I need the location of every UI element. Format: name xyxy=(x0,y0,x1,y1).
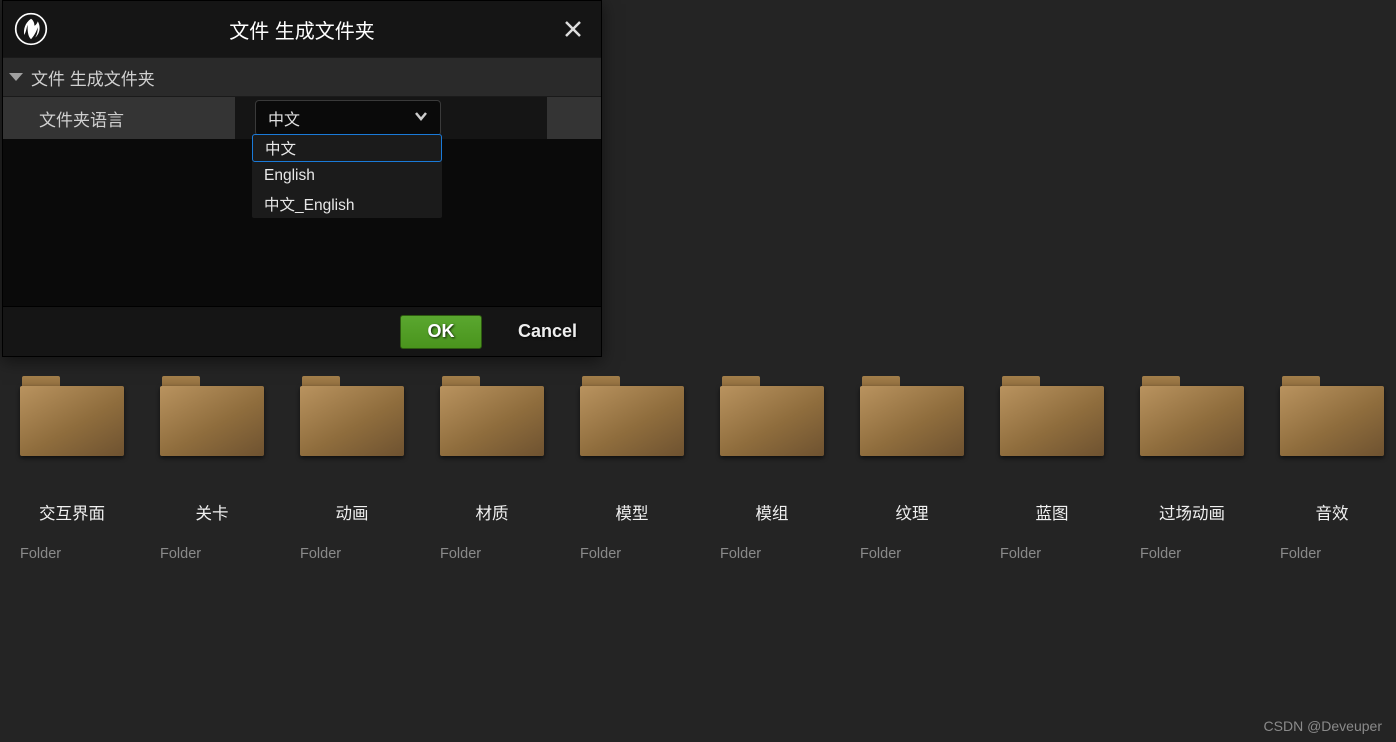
folder-item[interactable]: 纹理 Folder xyxy=(860,376,964,562)
folder-item[interactable]: 模型 Folder xyxy=(580,376,684,562)
folder-name: 模组 xyxy=(756,500,789,524)
folder-icon xyxy=(860,376,964,458)
folder-type: Folder xyxy=(720,546,761,562)
field-row: 文件夹语言 中文 xyxy=(3,97,601,139)
caret-down-icon xyxy=(9,73,23,81)
folder-name: 纹理 xyxy=(896,500,929,524)
cancel-button[interactable]: Cancel xyxy=(518,321,577,342)
field-label: 文件夹语言 xyxy=(3,97,235,139)
folder-item[interactable]: 过场动画 Folder xyxy=(1140,376,1244,562)
folder-item[interactable]: 音效 Folder xyxy=(1280,376,1384,562)
dialog-title: 文件 生成文件夹 xyxy=(3,15,601,44)
unreal-logo-icon xyxy=(11,9,51,49)
folder-type: Folder xyxy=(1140,546,1181,562)
content-folder-grid: 交互界面 Folder 关卡 Folder 动画 Folder 材质 Folder 模型 Fold… xyxy=(20,376,1396,562)
language-dropdown-list: 中文 English 中文_English xyxy=(252,134,442,218)
folder-name: 材质 xyxy=(476,500,509,524)
section-header[interactable]: 文件 生成文件夹 xyxy=(3,57,601,97)
folder-item[interactable]: 关卡 Folder xyxy=(160,376,264,562)
watermark: CSDN @Deveuper xyxy=(1264,718,1382,734)
folder-icon xyxy=(300,376,404,458)
folder-item[interactable]: 动画 Folder xyxy=(300,376,404,562)
dropdown-option-1[interactable]: English xyxy=(252,162,442,190)
ok-button[interactable]: OK xyxy=(400,315,482,349)
button-row: OK Cancel xyxy=(3,306,601,356)
folder-icon xyxy=(440,376,544,458)
folder-icon xyxy=(720,376,824,458)
folder-icon xyxy=(1280,376,1384,458)
folder-icon xyxy=(20,376,124,458)
folder-item[interactable]: 交互界面 Folder xyxy=(20,376,124,562)
titlebar[interactable]: 文件 生成文件夹 xyxy=(3,1,601,57)
folder-type: Folder xyxy=(20,546,61,562)
folder-name: 蓝图 xyxy=(1036,500,1069,524)
folder-icon xyxy=(580,376,684,458)
folder-icon xyxy=(1000,376,1104,458)
language-dropdown[interactable]: 中文 xyxy=(255,100,441,136)
section-title: 文件 生成文件夹 xyxy=(31,65,155,90)
dropdown-option-0[interactable]: 中文 xyxy=(252,134,442,162)
folder-type: Folder xyxy=(160,546,201,562)
chevron-down-icon xyxy=(414,109,428,128)
folder-name: 动画 xyxy=(336,500,369,524)
folder-type: Folder xyxy=(300,546,341,562)
folder-name: 模型 xyxy=(616,500,649,524)
folder-name: 关卡 xyxy=(196,500,229,524)
folder-item[interactable]: 材质 Folder xyxy=(440,376,544,562)
dropdown-option-2[interactable]: 中文_English xyxy=(252,190,442,218)
folder-type: Folder xyxy=(440,546,481,562)
folder-icon xyxy=(1140,376,1244,458)
folder-item[interactable]: 模组 Folder xyxy=(720,376,824,562)
close-button[interactable] xyxy=(555,11,591,47)
folder-type: Folder xyxy=(1280,546,1321,562)
folder-type: Folder xyxy=(860,546,901,562)
folder-name: 过场动画 xyxy=(1159,500,1225,524)
folder-name: 音效 xyxy=(1316,500,1349,524)
folder-icon xyxy=(160,376,264,458)
folder-item[interactable]: 蓝图 Folder xyxy=(1000,376,1104,562)
dropdown-selected: 中文 xyxy=(268,106,300,130)
folder-type: Folder xyxy=(580,546,621,562)
folder-type: Folder xyxy=(1000,546,1041,562)
folder-name: 交互界面 xyxy=(39,500,105,524)
